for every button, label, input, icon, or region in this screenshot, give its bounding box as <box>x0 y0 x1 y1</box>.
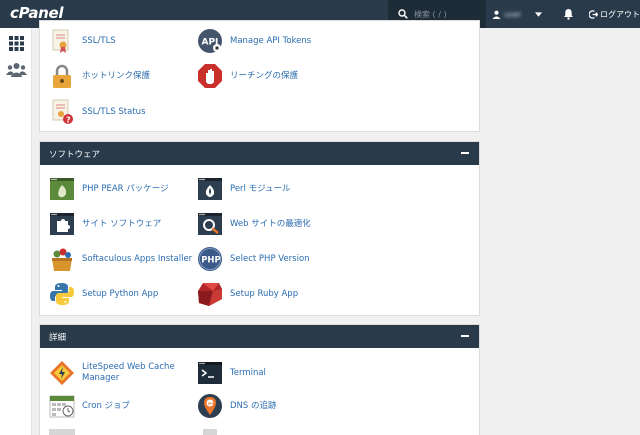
optimize-icon <box>198 213 222 235</box>
svg-text:PHP: PHP <box>201 256 221 266</box>
select-php-version-link[interactable]: PHP Select PHP Version <box>197 246 310 272</box>
python-icon <box>50 283 74 305</box>
partial-row-icon <box>203 429 217 435</box>
collapse-icon[interactable] <box>461 152 469 154</box>
ssl-tls-status-link[interactable]: ? SSL/TLS Status <box>49 99 146 125</box>
leech-protection-link[interactable]: リーチングの保護 <box>197 63 298 89</box>
select-php-version-label: Select PHP Version <box>230 253 310 264</box>
bell-icon[interactable] <box>563 8 574 20</box>
litespeed-icon <box>50 361 74 385</box>
software-panel-title: ソフトウェア <box>49 149 101 160</box>
leech-hand-icon <box>198 64 222 88</box>
ruby-icon <box>198 283 222 306</box>
user-name: user <box>504 9 522 19</box>
ssl-tls-link[interactable]: SSL/TLS <box>49 28 116 54</box>
cron-jobs-link[interactable]: Cron ジョブ <box>49 393 130 419</box>
search-icon <box>398 9 408 19</box>
litespeed-cache-label: LiteSpeed Web Cache Manager <box>82 362 175 383</box>
svg-text:?: ? <box>66 116 71 125</box>
advanced-panel-title: 詳細 <box>49 332 67 343</box>
softaculous-link[interactable]: Softaculous Apps Installer <box>49 246 192 272</box>
cron-calendar-icon <box>49 395 75 418</box>
pear-icon <box>50 178 74 200</box>
manage-api-tokens-link[interactable]: API Manage API Tokens <box>197 28 311 54</box>
user-menu[interactable]: user <box>492 0 543 28</box>
advanced-panel: 詳細 LiteSpeed Web Cache Manager Terminal … <box>39 324 480 435</box>
terminal-label: Terminal <box>230 367 266 378</box>
dns-pin-icon: DNS <box>198 394 222 418</box>
hotlink-protection-label: ホットリンク保護 <box>82 70 151 81</box>
softaculous-icon <box>52 248 72 271</box>
setup-ruby-app-label: Setup Ruby App <box>230 288 299 299</box>
user-icon <box>492 10 501 19</box>
leech-protection-label: リーチングの保護 <box>230 70 299 81</box>
sidebar <box>0 28 32 435</box>
setup-python-app-link[interactable]: Setup Python App <box>49 281 158 307</box>
hotlink-lock-icon <box>53 64 71 88</box>
logout-button[interactable]: ログアウト <box>589 0 640 28</box>
advanced-panel-header[interactable]: 詳細 <box>40 325 479 348</box>
site-software-link[interactable]: サイト ソフトウェア <box>49 211 161 237</box>
dns-tracking-label: DNS の追跡 <box>230 400 277 411</box>
api-token-icon: API <box>198 29 222 53</box>
ssl-tls-status-label: SSL/TLS Status <box>82 106 146 117</box>
logout-icon <box>589 9 598 19</box>
users-icon[interactable] <box>6 62 27 77</box>
perl-onion-icon <box>198 178 222 200</box>
partial-row-icon <box>49 429 75 435</box>
software-panel-header[interactable]: ソフトウェア <box>40 142 479 165</box>
website-optimization-label: Web サイトの最適化 <box>230 218 311 229</box>
setup-ruby-app-link[interactable]: Setup Ruby App <box>197 281 298 307</box>
hotlink-protection-link[interactable]: ホットリンク保護 <box>49 63 150 89</box>
website-optimization-link[interactable]: Web サイトの最適化 <box>197 211 311 237</box>
manage-api-tokens-label: Manage API Tokens <box>230 35 312 46</box>
softaculous-label: Softaculous Apps Installer <box>82 253 193 264</box>
perl-modules-label: Perl モジュール <box>230 183 291 194</box>
collapse-icon[interactable] <box>461 335 469 337</box>
logout-label: ログアウト <box>600 9 640 19</box>
php-pear-link[interactable]: PHP PEAR パッケージ <box>49 176 169 202</box>
php-icon: PHP <box>198 247 222 271</box>
terminal-link[interactable]: Terminal <box>197 360 266 386</box>
dns-tracking-link[interactable]: DNS DNS の追跡 <box>197 393 277 419</box>
grid-icon[interactable] <box>9 36 24 51</box>
svg-text:DNS: DNS <box>208 401 215 405</box>
ssl-status-icon: ? <box>52 99 73 125</box>
site-software-label: サイト ソフトウェア <box>82 218 162 229</box>
puzzle-icon <box>50 213 74 235</box>
terminal-icon <box>198 362 222 384</box>
ssl-tls-label: SSL/TLS <box>82 35 116 46</box>
perl-modules-link[interactable]: Perl モジュール <box>197 176 291 202</box>
chevron-down-icon <box>535 11 543 17</box>
security-panel: SSL/TLS API Manage API Tokens ホットリンク保護 リ… <box>39 20 480 132</box>
litespeed-cache-link[interactable]: LiteSpeed Web Cache Manager <box>49 360 187 386</box>
cron-jobs-label: Cron ジョブ <box>82 400 131 411</box>
setup-python-app-label: Setup Python App <box>82 288 159 299</box>
ssl-certificate-icon <box>52 29 69 53</box>
software-panel: ソフトウェア PHP PEAR パッケージ Perl モジュール サイト ソフト… <box>39 141 480 316</box>
php-pear-label: PHP PEAR パッケージ <box>82 183 169 194</box>
